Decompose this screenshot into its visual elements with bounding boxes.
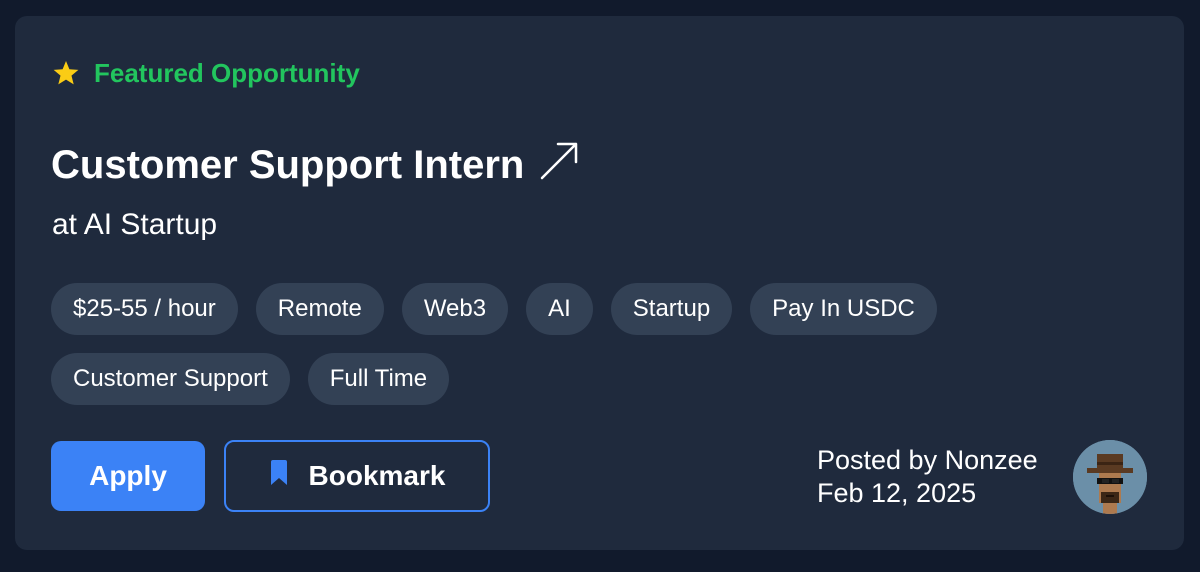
external-arrow-icon bbox=[538, 138, 582, 192]
tag-pill: Full Time bbox=[307, 353, 450, 405]
featured-badge: Featured Opportunity bbox=[52, 58, 360, 89]
tag-pill: Web3 bbox=[401, 283, 509, 335]
star-icon bbox=[52, 60, 80, 87]
post-meta: Posted by Nonzee Feb 12, 2025 bbox=[817, 444, 1038, 510]
job-title: Customer Support Intern bbox=[51, 142, 525, 187]
tag-list: $25-55 / hour Remote Web3 AI Startup Pay… bbox=[51, 283, 1051, 405]
apply-button[interactable]: Apply bbox=[51, 441, 205, 511]
job-title-link[interactable]: Customer Support Intern bbox=[51, 138, 582, 192]
job-card: Featured Opportunity Customer Support In… bbox=[15, 16, 1184, 550]
post-date: Feb 12, 2025 bbox=[817, 478, 977, 508]
avatar[interactable] bbox=[1073, 440, 1147, 514]
bookmark-button[interactable]: Bookmark bbox=[224, 440, 490, 512]
tag-pill: Pay In USDC bbox=[750, 283, 937, 335]
posted-by: Posted by Nonzee bbox=[817, 445, 1038, 475]
tag-pill: Remote bbox=[255, 283, 384, 335]
tag-pill: Startup bbox=[610, 283, 733, 335]
bookmark-label: Bookmark bbox=[308, 460, 446, 491]
tag-pill: $25-55 / hour bbox=[51, 283, 238, 335]
company-name: at AI Startup bbox=[52, 208, 218, 241]
tag-pill: Customer Support bbox=[51, 353, 290, 405]
bookmark-icon bbox=[269, 459, 289, 493]
tag-pill: AI bbox=[526, 283, 593, 335]
featured-label: Featured Opportunity bbox=[94, 58, 360, 88]
